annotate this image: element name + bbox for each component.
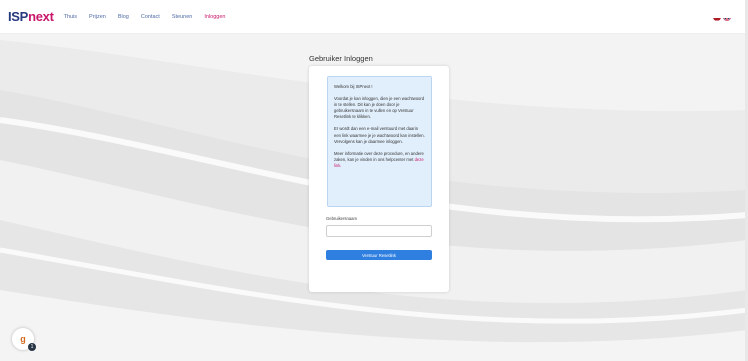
- nav-link-inloggen[interactable]: Inloggen: [204, 14, 225, 20]
- nav-link-blog[interactable]: Blog: [118, 14, 129, 20]
- login-card: Welkom bij ISPnext ! Voordat je kan inlo…: [309, 66, 449, 292]
- nav-link-steunen[interactable]: Steunen: [172, 14, 193, 20]
- logo-text-next: next: [28, 9, 54, 24]
- main-nav: Thuis Prijzen Blog Contact Steunen Inlog…: [64, 14, 238, 20]
- nav-link-contact[interactable]: Contact: [141, 14, 160, 20]
- ispnext-logo[interactable]: ISP next: [8, 9, 54, 24]
- logo-text-isp: ISP: [8, 9, 29, 24]
- info-email-note: Er wordt dan een e-mail verstuurd met da…: [334, 126, 425, 144]
- username-label: Gebruikersnaam: [326, 216, 357, 221]
- info-box: Welkom bij ISPnext ! Voordat je kan inlo…: [327, 76, 432, 207]
- login-title: Gebruiker Inloggen: [309, 54, 373, 63]
- flag-uk-icon[interactable]: [723, 13, 731, 21]
- top-navigation-bar: ISP next Thuis Prijzen Blog Contact Steu…: [0, 0, 748, 34]
- nav-link-prijzen[interactable]: Prijzen: [89, 14, 106, 20]
- info-instructions: Voordat je kan inloggen, dien je een wac…: [334, 96, 425, 120]
- username-input[interactable]: [326, 225, 432, 237]
- nav-link-thuis[interactable]: Thuis: [64, 14, 77, 20]
- info-welcome: Welkom bij ISPnext !: [334, 84, 373, 89]
- flag-nl-icon[interactable]: [713, 13, 721, 21]
- language-switcher: [713, 13, 731, 21]
- support-widget-icon[interactable]: g 1: [12, 328, 36, 351]
- info-help-text: Meer informatie over deze procedure, en …: [334, 150, 424, 162]
- info-help: Meer informatie over deze procedure, en …: [334, 151, 425, 169]
- send-resetlink-button[interactable]: Verstuur Resetlink: [326, 250, 432, 260]
- notification-badge: 1: [28, 343, 36, 351]
- support-widget-glyph: g: [20, 334, 26, 344]
